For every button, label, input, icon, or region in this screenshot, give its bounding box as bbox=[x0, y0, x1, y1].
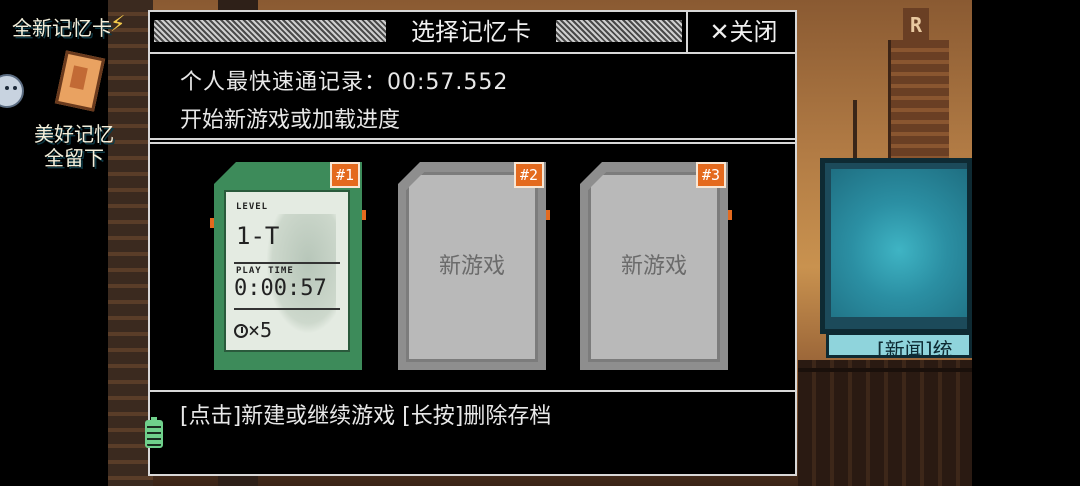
close-button[interactable]: ✕关闭 bbox=[686, 12, 799, 52]
new-game-label: 新游戏 bbox=[620, 254, 687, 279]
memory-card-slot-3[interactable]: 新游戏 #3 bbox=[580, 162, 732, 370]
playtime-label: PLAY TIME bbox=[236, 266, 294, 276]
slot-badge: #2 bbox=[514, 162, 544, 188]
tower-sign: R bbox=[903, 8, 929, 42]
rail-track bbox=[798, 368, 972, 372]
billboard-slogan-2: 全留下 bbox=[44, 146, 104, 170]
dialog-title: 选择记忆卡 bbox=[411, 18, 531, 46]
dialog-titlebar: 选择记忆卡 ✕关闭 bbox=[150, 12, 795, 54]
card-notch bbox=[546, 210, 550, 220]
close-icon: ✕ bbox=[709, 18, 730, 46]
slot-badge: #1 bbox=[330, 162, 360, 188]
billboard-ad bbox=[820, 158, 972, 334]
card-notch bbox=[728, 210, 732, 220]
card-notch bbox=[210, 218, 214, 228]
lightning-icon: ⚡ bbox=[110, 12, 126, 37]
battery-icon bbox=[145, 417, 163, 448]
memory-card-icon bbox=[54, 50, 106, 112]
level-value: 1-T bbox=[236, 222, 280, 250]
close-label: 关闭 bbox=[729, 18, 778, 46]
memory-card-dialog: 选择记忆卡 ✕关闭 个人最快速通记录：00:57.552 开始新游戏或加载进度 … bbox=[148, 10, 797, 476]
news-ticker: [新闻]统 bbox=[826, 332, 972, 358]
card-body: 新游戏 bbox=[398, 162, 546, 370]
level-label: LEVEL bbox=[236, 202, 269, 212]
card-notch bbox=[362, 210, 366, 220]
news-ticker-text: [新闻]统 bbox=[877, 338, 953, 358]
card-divider bbox=[234, 308, 340, 310]
new-game-label: 新游戏 bbox=[438, 254, 505, 279]
memory-card-slot-1[interactable]: LEVEL 1-T PLAY TIME 0:00:57 ×5 #1 bbox=[210, 162, 366, 370]
dialog-subtitle: 开始新游戏或加载进度 bbox=[180, 108, 401, 133]
titlebar-hatch-left bbox=[154, 20, 386, 42]
record-section: 个人最快速通记录：00:57.552 开始新游戏或加载进度 bbox=[150, 54, 795, 140]
billboard-title: 全新记忆卡 bbox=[12, 16, 112, 40]
card-slots-area: LEVEL 1-T PLAY TIME 0:00:57 ×5 #1 新游戏 #2… bbox=[150, 142, 795, 392]
slot-badge: #3 bbox=[696, 162, 726, 188]
rewind-count: ×5 bbox=[234, 318, 272, 342]
rewind-count-value: ×5 bbox=[248, 318, 273, 342]
card-body: LEVEL 1-T PLAY TIME 0:00:57 ×5 bbox=[214, 162, 362, 370]
card-divider bbox=[234, 262, 340, 264]
best-record-text: 个人最快速通记录：00:57.552 bbox=[180, 70, 509, 95]
steel-girder-left bbox=[108, 0, 153, 486]
card-body: 新游戏 bbox=[580, 162, 728, 370]
controls-hint: [点击]新建或继续游戏 [长按]删除存档 bbox=[180, 404, 552, 429]
street-floor bbox=[798, 360, 972, 486]
playtime-value: 0:00:57 bbox=[234, 276, 327, 301]
clock-icon bbox=[234, 324, 248, 338]
titlebar-hatch-right bbox=[556, 20, 682, 42]
card-label-area: LEVEL 1-T PLAY TIME 0:00:57 ×5 bbox=[224, 190, 350, 352]
memory-card-slot-2[interactable]: 新游戏 #2 bbox=[398, 162, 550, 370]
assistant-face-icon[interactable] bbox=[0, 74, 24, 108]
billboard-screen bbox=[831, 169, 967, 317]
